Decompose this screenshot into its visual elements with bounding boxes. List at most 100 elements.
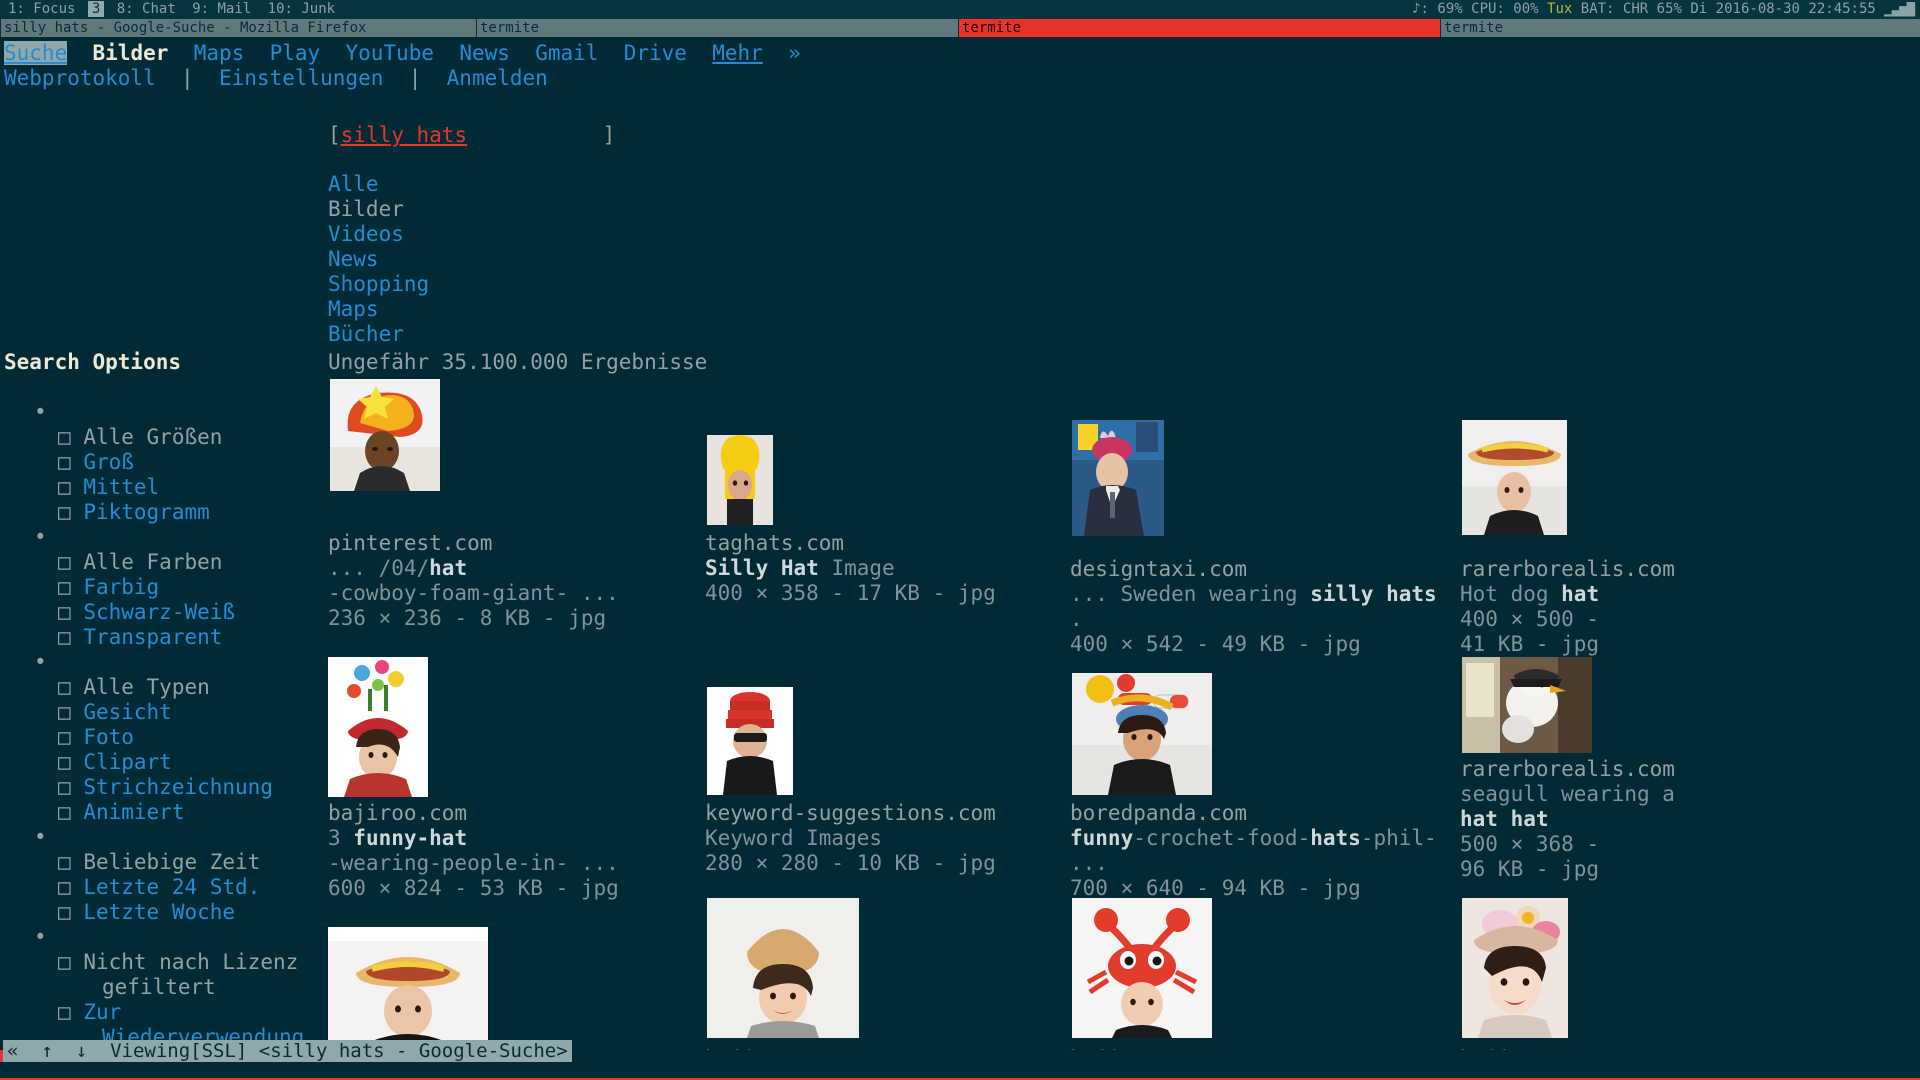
result-meta-line1: 400 × 500 - <box>1460 607 1600 631</box>
checkbox-icon[interactable]: □ <box>58 425 71 449</box>
checkbox-icon[interactable]: □ <box>58 550 71 574</box>
filter-animiert[interactable]: □ Animiert <box>4 800 324 825</box>
result-thumbnail-8[interactable] <box>1462 657 1592 753</box>
checkbox-icon[interactable]: □ <box>58 575 71 599</box>
checkbox-icon[interactable]: □ <box>58 950 71 974</box>
result-domain[interactable]: bajiroo.com <box>1070 1047 1209 1050</box>
filter-gross[interactable]: □ Groß <box>4 450 324 475</box>
scroll-up-icon[interactable]: ↑ <box>41 1040 52 1062</box>
filter-mittel[interactable]: □ Mittel <box>4 475 324 500</box>
battery-label: BAT: <box>1580 1 1615 17</box>
checkbox-icon[interactable]: □ <box>58 475 71 499</box>
checkbox-icon[interactable]: □ <box>58 875 71 899</box>
nav-link-mehr[interactable]: Mehr <box>712 41 763 65</box>
filter-alle-farben[interactable]: □ Alle Farben <box>4 550 324 575</box>
result-thumbnail-6[interactable] <box>707 687 793 795</box>
nav-link-youtube[interactable]: YouTube <box>345 41 434 65</box>
result-thumbnail-3[interactable] <box>1072 420 1164 536</box>
result-thumbnail-4[interactable] <box>1462 420 1567 535</box>
nav-link-suche[interactable]: Suche <box>4 41 68 65</box>
result-meta: 600 × 824 - 53 KB - jpg <box>328 876 619 900</box>
result-domain[interactable]: pinterest.com <box>328 531 492 555</box>
filter-schwarz-weiss[interactable]: □ Schwarz-Weiß <box>4 600 324 625</box>
scroll-down-icon[interactable]: ↓ <box>76 1040 87 1062</box>
result-domain[interactable]: rarerborealis.com <box>1460 757 1675 781</box>
checkbox-icon[interactable]: □ <box>58 775 71 799</box>
result-thumbnail-2[interactable] <box>707 435 773 525</box>
filter-letzte-woche[interactable]: □ Letzte Woche <box>4 900 324 925</box>
result-caption-10: bajiroo.com <box>705 1047 844 1050</box>
nav-link-bilder[interactable]: Bilder <box>93 41 169 65</box>
workspace-button-8[interactable]: 8: Chat <box>113 1 180 17</box>
result-domain[interactable]: bajiroo.com <box>1460 1047 1599 1050</box>
result-meta: 280 × 280 - 10 KB - jpg <box>705 851 996 875</box>
nav-link-drive[interactable]: Drive <box>624 41 687 65</box>
field-close-bracket: ] <box>602 123 616 147</box>
result-title-cont: -wearing-people-in- ... <box>328 851 619 875</box>
result-thumbnail-5[interactable] <box>328 657 428 797</box>
result-domain[interactable]: bajiroo.com <box>705 1047 844 1050</box>
filter-transparent[interactable]: □ Transparent <box>4 625 324 650</box>
result-domain[interactable]: boredpanda.com <box>1070 801 1247 825</box>
result-thumbnail-1[interactable] <box>330 379 440 491</box>
chevron-right-icon[interactable]: » <box>788 41 801 65</box>
filter-gesicht[interactable]: □ Gesicht <box>4 700 324 725</box>
checkbox-icon[interactable]: □ <box>58 600 71 624</box>
thumbnail-image-10 <box>707 898 859 1038</box>
filter-clipart[interactable]: □ Clipart <box>4 750 324 775</box>
checkbox-icon[interactable]: □ <box>58 1000 71 1024</box>
result-thumbnail-12[interactable] <box>1462 898 1568 1038</box>
filter-letzte-24-std[interactable]: □ Letzte 24 Std. <box>4 875 324 900</box>
checkbox-icon[interactable]: □ <box>58 450 71 474</box>
prev-page-icon[interactable]: « <box>7 1040 18 1062</box>
nav-link-maps[interactable]: Maps <box>194 41 245 65</box>
result-domain[interactable]: bajiroo.com <box>328 801 467 825</box>
window-title-termite-3[interactable]: termite <box>1440 19 1920 37</box>
checkbox-icon[interactable]: □ <box>58 700 71 724</box>
filter-piktogramm[interactable]: □ Piktogramm <box>4 500 324 525</box>
result-title: Silly Hat Image <box>705 556 895 580</box>
workspace-button-9[interactable]: 9: Mail <box>188 1 255 17</box>
search-field-wrapper[interactable]: [silly hats] <box>328 123 615 148</box>
workspace-button-10[interactable]: 10: Junk <box>264 1 339 17</box>
checkbox-icon[interactable]: □ <box>58 675 71 699</box>
window-title-termite-2-urgent[interactable]: termite <box>958 19 1440 37</box>
result-thumbnail-10[interactable] <box>707 898 859 1038</box>
result-thumbnail-9[interactable] <box>328 927 488 1050</box>
checkbox-icon[interactable]: □ <box>58 900 71 924</box>
nav-link-play[interactable]: Play <box>270 41 321 65</box>
result-domain[interactable]: keyword-suggestions.com <box>705 801 996 825</box>
workspace-button-3[interactable]: 3 <box>87 1 105 17</box>
workspace-list: 1: Focus 3 8: Chat 9: Mail 10: Junk <box>4 0 339 19</box>
checkbox-icon[interactable]: □ <box>58 500 71 524</box>
filter-beliebige-zeit[interactable]: □ Beliebige Zeit <box>4 850 324 875</box>
filter-foto[interactable]: □ Foto <box>4 725 324 750</box>
filter-farbig[interactable]: □ Farbig <box>4 575 324 600</box>
nav-link-gmail[interactable]: Gmail <box>535 41 598 65</box>
checkbox-icon[interactable]: □ <box>58 850 71 874</box>
checkbox-icon[interactable]: □ <box>58 800 71 824</box>
window-title-firefox[interactable]: silly hats - Google-Suche - Mozilla Fire… <box>0 19 476 37</box>
result-thumbnail-11[interactable] <box>1072 898 1212 1038</box>
result-domain[interactable]: designtaxi.com <box>1070 557 1247 581</box>
result-domain[interactable]: taghats.com <box>705 531 844 555</box>
workspace-button-1[interactable]: 1: Focus <box>4 1 79 17</box>
search-input[interactable]: silly hats <box>341 123 603 148</box>
nav-link-einstellungen[interactable]: Einstellungen <box>219 66 383 90</box>
checkbox-icon[interactable]: □ <box>58 725 71 749</box>
nav-link-anmelden[interactable]: Anmelden <box>447 66 548 90</box>
result-domain[interactable]: rarerborealis.com <box>1460 557 1675 581</box>
filter-alle-groessen[interactable]: □ Alle Größen <box>4 425 324 450</box>
window-title-termite-1[interactable]: termite <box>476 19 958 37</box>
filter-nicht-nach-lizenz-gefiltert[interactable]: □ Nicht nach Lizenz gefiltert <box>4 950 324 1000</box>
checkbox-icon[interactable]: □ <box>58 625 71 649</box>
filter-strichzeichnung[interactable]: □ Strichzeichnung <box>4 775 324 800</box>
checkbox-icon[interactable]: □ <box>58 750 71 774</box>
result-thumbnail-7[interactable] <box>1072 673 1212 795</box>
result-caption-7: boredpanda.com funny-crochet-food-hats-p… <box>1070 801 1437 901</box>
thumbnail-image-6 <box>707 687 793 795</box>
result-caption-2: taghats.com Silly Hat Image 400 × 358 - … <box>705 531 996 606</box>
filter-alle-typen[interactable]: □ Alle Typen <box>4 675 324 700</box>
nav-link-news[interactable]: News <box>459 41 510 65</box>
nav-link-webprotokoll[interactable]: Webprotokoll <box>4 66 156 90</box>
